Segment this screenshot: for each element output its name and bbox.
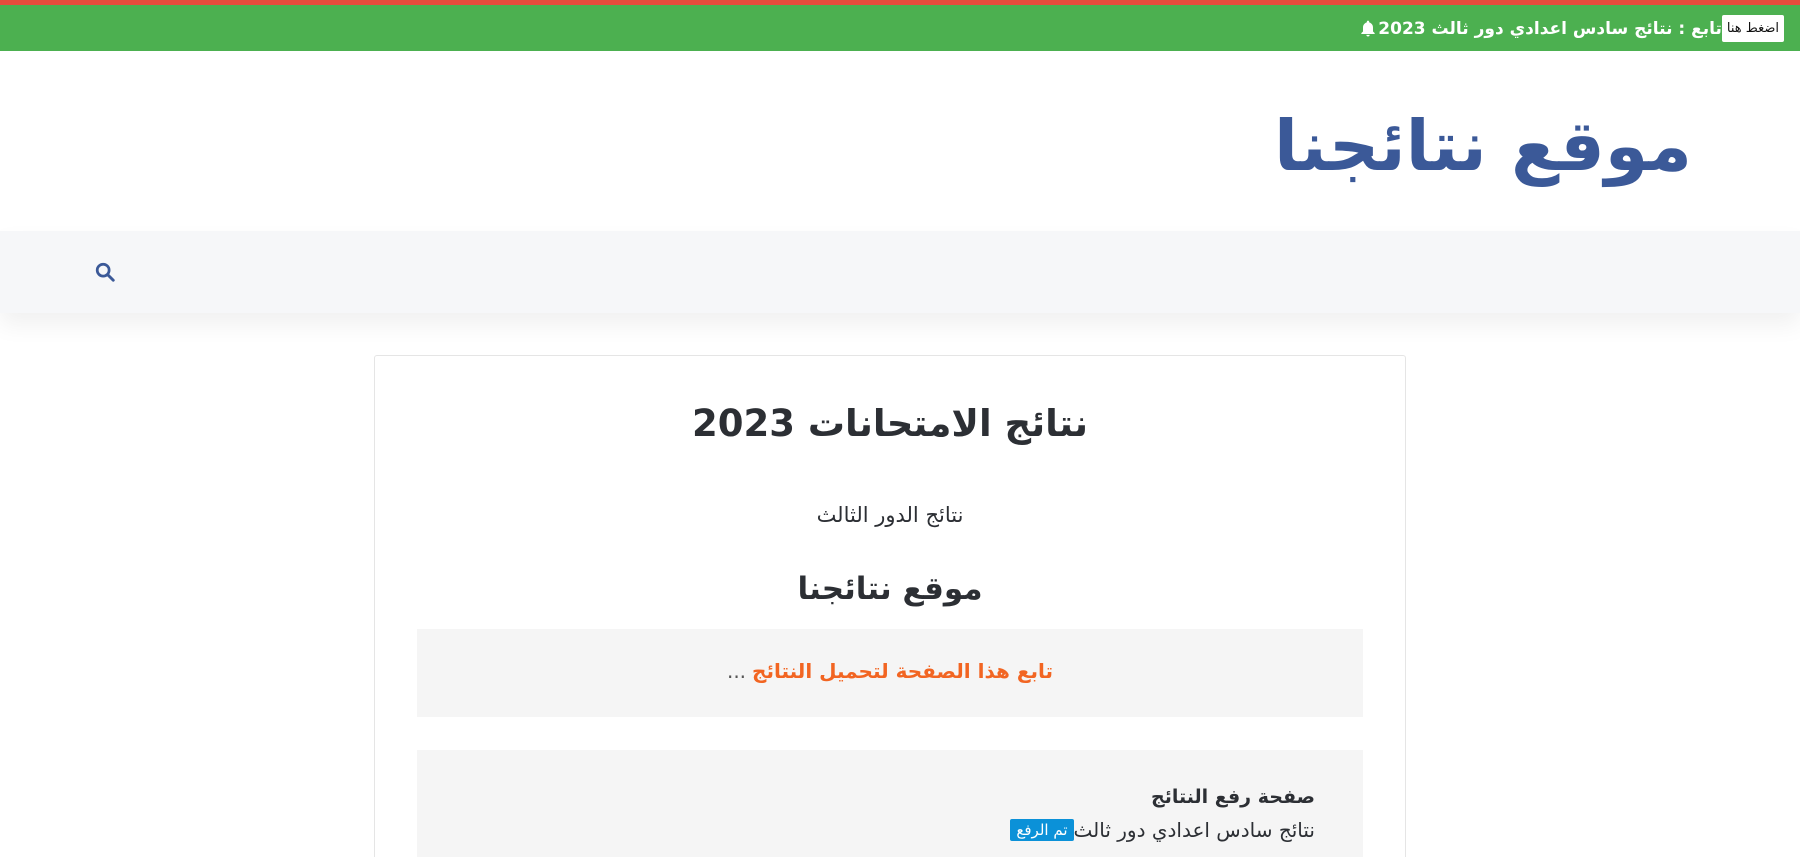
post-title: نتائج الامتحانات 2023 <box>692 402 1088 445</box>
post-subtitle: نتائج الدور الثالث <box>816 503 964 527</box>
bell-icon <box>1361 20 1375 36</box>
search-icon[interactable] <box>94 261 116 283</box>
follow-page-link[interactable]: تابع هذا الصفحة لتحميل النتائج <box>752 659 1053 683</box>
notice-box: تابع هذا الصفحة لتحميل النتائج... <box>417 629 1363 717</box>
news-ticker: تابع : نتائج سادس اعدادي دور ثالث 2023 ا… <box>1352 15 1790 42</box>
results-item-link[interactable]: نتائج سادس اعدادي دور ثالث <box>1074 818 1316 842</box>
main-navigation <box>0 231 1800 313</box>
click-here-button[interactable]: اضغط هنا <box>1721 15 1784 42</box>
upload-list-item: تم الرفع نتائج سادس اعدادي دور ثالث <box>1004 818 1315 842</box>
top-notification-bar: تابع : نتائج سادس اعدادي دور ثالث 2023 ا… <box>0 0 1800 51</box>
section-heading: موقع نتائجنا <box>797 571 983 607</box>
notice-text: تابع هذا الصفحة لتحميل النتائج... <box>417 659 1363 683</box>
site-logo-title[interactable]: موقع نتائجنا <box>1274 98 1693 194</box>
upload-heading: صفحة رفع النتائج <box>1151 786 1315 808</box>
notice-ellipsis: ... <box>726 659 747 683</box>
post-content: نتائج الامتحانات 2023 نتائج الدور الثالث… <box>374 355 1406 857</box>
page: تابع : نتائج سادس اعدادي دور ثالث 2023 ا… <box>0 0 1800 857</box>
uploaded-badge: تم الرفع <box>1010 819 1074 841</box>
ticker-link[interactable]: تابع : نتائج سادس اعدادي دور ثالث 2023 <box>1378 19 1722 39</box>
results-upload-box: صفحة رفع النتائج تم الرفع نتائج سادس اعد… <box>417 750 1363 857</box>
